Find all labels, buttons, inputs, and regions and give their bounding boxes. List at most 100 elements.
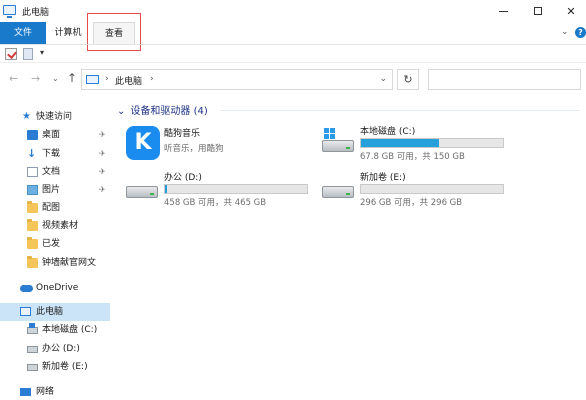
customize-dropdown-icon[interactable]: ▾ bbox=[40, 48, 44, 57]
sidebar-item-desktop[interactable]: 桌面 ✈ bbox=[0, 126, 110, 144]
ribbon-expand-chevron-icon[interactable]: ⌄ bbox=[561, 27, 569, 37]
address-bar[interactable]: › 此电脑 › ⌄ bbox=[81, 69, 393, 90]
sidebar-item-onedrive[interactable]: OneDrive bbox=[0, 279, 110, 297]
system-drive-icon bbox=[322, 128, 354, 152]
sidebar-item-downloads[interactable]: ↓ 下载 ✈ bbox=[0, 145, 110, 163]
group-title: 设备和驱动器 (4) bbox=[130, 106, 208, 117]
drive-usage-bar bbox=[360, 138, 504, 148]
drive-tile-e[interactable]: 新加卷 (E:) 296 GB 可用，共 296 GB bbox=[322, 170, 512, 210]
forward-arrow-icon[interactable]: → bbox=[31, 72, 40, 85]
sidebar-item-drive-d[interactable]: 办公 (D:) bbox=[0, 340, 110, 358]
help-icon[interactable]: ? bbox=[575, 27, 586, 38]
sidebar-item-label: 下载 bbox=[42, 149, 61, 159]
minimize-button[interactable] bbox=[486, 0, 520, 22]
drive-capacity-text: 458 GB 可用，共 465 GB bbox=[164, 198, 267, 208]
window-title: 此电脑 bbox=[22, 8, 50, 18]
refresh-icon: ↻ bbox=[403, 73, 413, 86]
drive-icon bbox=[322, 180, 354, 198]
maximize-button[interactable] bbox=[521, 0, 555, 22]
back-arrow-icon[interactable]: ← bbox=[9, 72, 18, 85]
sidebar-item-published[interactable]: 已发 bbox=[0, 235, 110, 253]
this-pc-icon bbox=[3, 5, 16, 18]
close-icon: ✕ bbox=[566, 4, 576, 18]
folder-icon bbox=[27, 256, 38, 268]
pin-icon[interactable]: ✈ bbox=[99, 181, 106, 199]
drive-tile-c[interactable]: 本地磁盘 (C:) 67.8 GB 可用，共 150 GB bbox=[322, 124, 512, 164]
folder-icon bbox=[27, 237, 38, 249]
drive-tile-d[interactable]: 办公 (D:) 458 GB 可用，共 465 GB bbox=[126, 170, 316, 210]
drive-icon bbox=[126, 180, 158, 198]
sidebar-item-label: 视频素材 bbox=[42, 221, 79, 231]
breadcrumb-separator[interactable]: › bbox=[150, 74, 154, 84]
device-name: 酷狗音乐 bbox=[164, 129, 201, 139]
documents-icon bbox=[27, 167, 38, 177]
device-tile-kugou[interactable]: K 酷狗音乐 听音乐，用酷狗 bbox=[126, 126, 316, 166]
onedrive-cloud-icon bbox=[20, 285, 33, 292]
device-subtitle: 听音乐，用酷狗 bbox=[164, 144, 224, 154]
network-icon bbox=[20, 388, 31, 396]
sidebar-item-label: 快速访问 bbox=[36, 112, 73, 122]
close-button[interactable]: ✕ bbox=[554, 0, 586, 22]
drive-usage-fill bbox=[165, 185, 168, 193]
drive-usage-fill bbox=[361, 139, 440, 147]
properties-check-icon[interactable] bbox=[5, 48, 17, 60]
drive-capacity-text: 296 GB 可用，共 296 GB bbox=[360, 198, 463, 208]
sidebar-item-label: 网络 bbox=[36, 387, 55, 397]
quick-access-toolbar: ▾ bbox=[0, 44, 586, 63]
windows-logo-icon bbox=[324, 128, 336, 140]
maximize-icon bbox=[534, 7, 542, 15]
search-input[interactable] bbox=[428, 69, 581, 90]
drive-name: 本地磁盘 (C:) bbox=[360, 127, 416, 137]
sidebar-item-label: 桌面 bbox=[42, 130, 61, 140]
sidebar-item-peitu[interactable]: 配图 bbox=[0, 199, 110, 217]
up-arrow-icon[interactable]: ↑ bbox=[67, 71, 77, 85]
folder-icon bbox=[27, 201, 38, 213]
sidebar-item-documents[interactable]: 文档 ✈ bbox=[0, 163, 110, 181]
kugou-music-icon: K bbox=[126, 126, 160, 160]
sidebar-item-label: 新加卷 (E:) bbox=[42, 362, 88, 372]
sidebar-item-label: 本地磁盘 (C:) bbox=[42, 325, 98, 335]
sidebar-item-label: 配图 bbox=[42, 203, 61, 213]
drive-usage-bar bbox=[164, 184, 308, 194]
folder-icon bbox=[27, 219, 38, 231]
chevron-down-icon: ⌄ bbox=[117, 106, 126, 117]
pin-icon[interactable]: ✈ bbox=[99, 163, 106, 181]
address-dropdown-chevron-icon[interactable]: ⌄ bbox=[379, 74, 387, 84]
sidebar-item-label: 钟墙献官网文 bbox=[42, 258, 97, 268]
system-drive-icon bbox=[27, 323, 38, 334]
sidebar-item-label: 图片 bbox=[42, 185, 61, 195]
this-pc-icon bbox=[86, 75, 99, 84]
sidebar-item-label: 办公 (D:) bbox=[42, 344, 80, 354]
pictures-icon bbox=[27, 185, 38, 195]
devices-and-drives-group-header[interactable]: ⌄ 设备和驱动器 (4) bbox=[117, 102, 208, 117]
drive-capacity-text: 67.8 GB 可用，共 150 GB bbox=[360, 152, 465, 162]
drive-icon bbox=[27, 346, 38, 353]
new-document-icon[interactable] bbox=[23, 48, 33, 60]
sidebar-item-network[interactable]: 网络 bbox=[0, 383, 110, 400]
pin-icon[interactable]: ✈ bbox=[99, 145, 106, 163]
tab-file[interactable]: 文件 bbox=[0, 22, 46, 44]
sidebar-item-pictures[interactable]: 图片 ✈ bbox=[0, 181, 110, 199]
breadcrumb-this-pc[interactable]: 此电脑 bbox=[115, 74, 142, 87]
desktop-icon bbox=[27, 130, 38, 140]
recent-locations-chevron-icon[interactable]: ⌄ bbox=[52, 74, 59, 83]
sidebar-item-label: OneDrive bbox=[36, 283, 79, 293]
refresh-button[interactable]: ↻ bbox=[397, 69, 419, 90]
navigation-bar: ← → ⌄ ↑ › 此电脑 › ⌄ ↻ bbox=[0, 63, 586, 95]
sidebar-item-drive-c[interactable]: 本地磁盘 (C:) bbox=[0, 321, 110, 339]
group-divider bbox=[220, 110, 580, 111]
sidebar-item-site-articles[interactable]: 钟墙献官网文 bbox=[0, 254, 110, 272]
pin-icon[interactable]: ✈ bbox=[99, 126, 106, 144]
sidebar-item-drive-e[interactable]: 新加卷 (E:) bbox=[0, 358, 110, 376]
sidebar-item-label: 已发 bbox=[42, 239, 61, 249]
download-icon: ↓ bbox=[27, 147, 37, 160]
sidebar-item-this-pc[interactable]: 此电脑 bbox=[0, 303, 110, 321]
drive-usage-bar bbox=[360, 184, 504, 194]
navigation-pane: ★ 快速访问 桌面 ✈ ↓ 下载 ✈ 文档 ✈ 图片 ✈ 配图 视频素材 已发 … bbox=[0, 104, 110, 400]
sidebar-item-video-assets[interactable]: 视频素材 bbox=[0, 217, 110, 235]
sidebar-item-quick-access[interactable]: ★ 快速访问 bbox=[0, 108, 110, 126]
tab-computer[interactable]: 计算机 bbox=[48, 22, 88, 44]
breadcrumb-separator[interactable]: › bbox=[105, 74, 109, 84]
drive-name: 办公 (D:) bbox=[164, 173, 202, 183]
sidebar-item-label: 文档 bbox=[42, 167, 61, 177]
